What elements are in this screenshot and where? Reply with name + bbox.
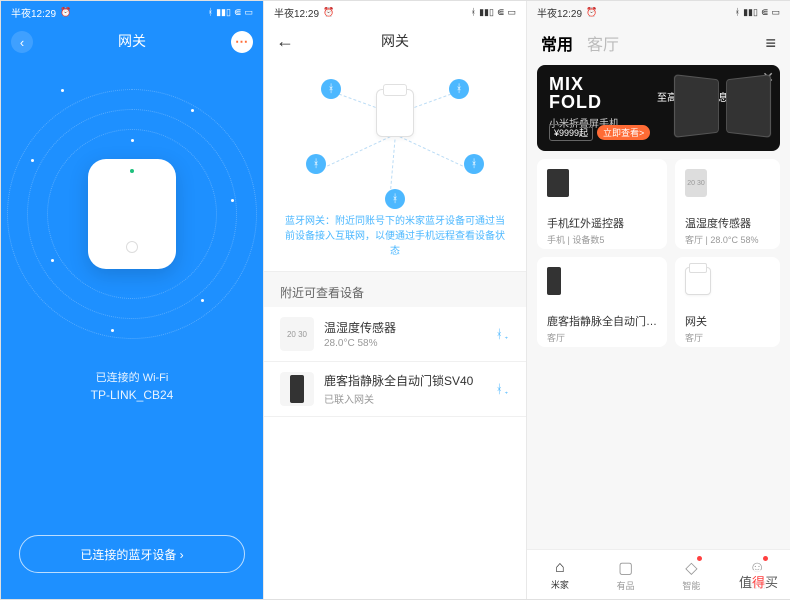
- nav-smart[interactable]: ◇ 智能: [659, 550, 725, 599]
- fold-phone-icon: [675, 77, 770, 137]
- card-lock[interactable]: 鹿客指静脉全自动门… 客厅: [537, 257, 667, 347]
- hub-icon: [685, 267, 711, 295]
- device-name: 温湿度传感器: [324, 319, 496, 336]
- bluetooth-devices-button[interactable]: 已连接的蓝牙设备 ›: [19, 535, 245, 573]
- status-bar: 半夜12:29 ⏰ ᚼ ▮▮▯ ⋐ ▭: [1, 1, 263, 23]
- wifi-info: 已连接的 Wi-Fi TP-LINK_CB24: [1, 369, 263, 402]
- card-sub: 客厅: [685, 331, 770, 344]
- status-bar: 半夜12:29 ⏰ ᚼ ▮▮▯ ⋐ ▭: [264, 1, 526, 23]
- banner-price: ¥9999起: [549, 124, 593, 141]
- status-time: 半夜12:29: [11, 5, 56, 20]
- screen-gateway-wifi: 半夜12:29 ⏰ ᚼ ▮▮▯ ⋐ ▭ ‹ 网关 ⋯ 已连接的 Wi-Fi T: [1, 1, 264, 599]
- device-status: 已联入网关: [324, 391, 496, 406]
- banner-cta[interactable]: 立即查看>: [597, 125, 650, 140]
- header: ‹ 网关 ⋯: [1, 23, 263, 59]
- gateway-description: 蓝牙网关：附近同账号下的米家蓝牙设备可通过当前设备接入互联网，以便通过手机远程查…: [264, 214, 526, 271]
- card-name: 手机红外遥控器: [547, 215, 657, 231]
- status-bar: 半夜12:29 ⏰ ᚼ ▮▮▯ ⋐ ▭: [527, 1, 790, 23]
- hub-icon: [376, 89, 414, 137]
- smart-icon: ◇: [685, 558, 697, 578]
- bt-icon: ᚼ: [208, 7, 213, 17]
- device-item-lock[interactable]: 鹿客指静脉全自动门锁SV40 已联入网关 ᚼ₊: [264, 362, 526, 417]
- bt-icon: ᚼ: [471, 7, 476, 17]
- gateway-device-icon: [88, 159, 176, 269]
- lock-icon: [280, 372, 314, 406]
- status-time: 半夜12:29: [537, 5, 582, 20]
- sensor-icon: 20 30: [280, 317, 314, 351]
- nav-home[interactable]: ⌂ 米家: [527, 550, 593, 599]
- back-button[interactable]: ‹: [11, 31, 33, 53]
- bt-signal-icon: ᚼ₊: [496, 327, 510, 341]
- bt-icon: ᚼ: [735, 7, 740, 17]
- bt-node-icon: ᚼ: [385, 189, 405, 209]
- card-name: 温湿度传感器: [685, 215, 770, 231]
- bt-node-icon: ᚼ: [306, 154, 326, 174]
- menu-button[interactable]: ≡: [765, 33, 776, 54]
- screen-mihome: 半夜12:29 ⏰ ᚼ ▮▮▯ ⋐ ▭ 常用 客厅 ≡ ✕ MIX FOLD 小…: [527, 1, 790, 599]
- watermark: 值得买: [735, 570, 782, 593]
- nearby-devices-title: 附近可查看设备: [264, 271, 526, 307]
- back-button[interactable]: ←: [276, 31, 294, 52]
- wifi-icon: ⋐: [234, 7, 242, 18]
- wifi-label: 已连接的 Wi-Fi: [1, 369, 263, 385]
- card-ir-remote[interactable]: 手机红外遥控器 手机 | 设备数5: [537, 159, 667, 249]
- more-button[interactable]: ⋯: [231, 31, 253, 53]
- alarm-icon: ⏰: [586, 7, 597, 18]
- bt-mesh-visual: ᚼ ᚼ ᚼ ᚼ ᚼ: [276, 59, 514, 214]
- wifi-icon: ⋐: [497, 7, 505, 18]
- card-name: 鹿客指静脉全自动门…: [547, 313, 657, 329]
- header: ← 网关: [264, 23, 526, 59]
- screen-gateway-bt: 半夜12:29 ⏰ ᚼ ▮▮▯ ⋐ ▭ ← 网关 ᚼ ᚼ ᚼ ᚼ ᚼ: [264, 1, 527, 599]
- status-time: 半夜12:29: [274, 5, 319, 20]
- signal-icon: ▮▮▯: [479, 7, 494, 18]
- page-title: 网关: [381, 31, 409, 51]
- battery-icon: ▭: [771, 7, 780, 18]
- home-icon: ⌂: [555, 559, 565, 577]
- card-sub: 客厅: [547, 331, 657, 344]
- battery-icon: ▭: [244, 7, 253, 18]
- tab-living-room[interactable]: 客厅: [587, 31, 619, 55]
- page-title: 网关: [118, 31, 146, 51]
- status-indicators: ᚼ ▮▮▯ ⋐ ▭: [471, 7, 516, 18]
- signal-icon: ▮▮▯: [216, 7, 231, 18]
- promo-banner[interactable]: ✕ MIX FOLD 小米折叠屏手机 至高享24期免息 ¥9999起 立即查看>: [537, 65, 780, 151]
- signal-icon: ▮▮▯: [743, 7, 758, 18]
- tab-common[interactable]: 常用: [541, 31, 573, 55]
- room-tabs: 常用 客厅 ≡: [527, 23, 790, 61]
- alarm-icon: ⏰: [60, 7, 71, 18]
- device-item-sensor[interactable]: 20 30 温湿度传感器 28.0°C 58% ᚼ₊: [264, 307, 526, 362]
- notification-dot: [697, 556, 702, 561]
- card-sensor[interactable]: 20 30 温湿度传感器 客厅 | 28.0°C 58%: [675, 159, 780, 249]
- device-status: 28.0°C 58%: [324, 338, 496, 349]
- card-sub: 客厅 | 28.0°C 58%: [685, 233, 770, 246]
- device-name: 鹿客指静脉全自动门锁SV40: [324, 372, 496, 389]
- status-indicators: ᚼ ▮▮▯ ⋐ ▭: [208, 7, 253, 18]
- card-gateway[interactable]: 网关 客厅: [675, 257, 780, 347]
- alarm-icon: ⏰: [323, 7, 334, 18]
- device-visual: [1, 59, 263, 369]
- sensor-icon: 20 30: [685, 169, 707, 197]
- card-sub: 手机 | 设备数5: [547, 233, 657, 246]
- shop-icon: ▢: [618, 558, 633, 578]
- battery-icon: ▭: [507, 7, 516, 18]
- wifi-icon: ⋐: [761, 7, 769, 18]
- device-cards: 手机红外遥控器 手机 | 设备数5 20 30 温湿度传感器 客厅 | 28.0…: [527, 159, 790, 347]
- card-name: 网关: [685, 313, 770, 329]
- bt-node-icon: ᚼ: [321, 79, 341, 99]
- status-indicators: ᚼ ▮▮▯ ⋐ ▭: [735, 7, 780, 18]
- notification-dot: [763, 556, 768, 561]
- bt-signal-icon: ᚼ₊: [496, 382, 510, 396]
- remote-icon: [547, 169, 569, 197]
- bt-node-icon: ᚼ: [464, 154, 484, 174]
- nav-youpin[interactable]: ▢ 有品: [593, 550, 659, 599]
- wifi-ssid: TP-LINK_CB24: [1, 388, 263, 402]
- lock-icon: [547, 267, 561, 295]
- bt-node-icon: ᚼ: [449, 79, 469, 99]
